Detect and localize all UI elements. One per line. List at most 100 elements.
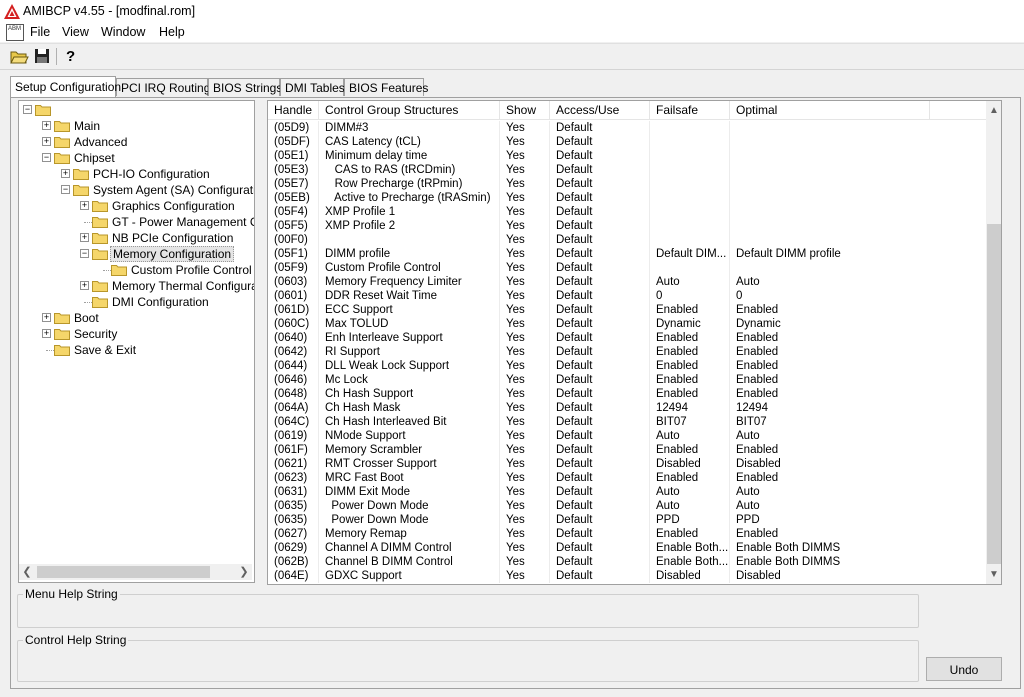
cell-control-group[interactable]: [319, 233, 500, 247]
cell-show[interactable]: Yes: [500, 135, 550, 149]
collapse-icon[interactable]: −: [80, 249, 89, 258]
cell-control-group[interactable]: DLL Weak Lock Support: [319, 359, 500, 373]
cell-show[interactable]: Yes: [500, 317, 550, 331]
cell-failsafe[interactable]: [650, 177, 730, 191]
cell-optimal[interactable]: Enabled: [730, 359, 930, 373]
table-row[interactable]: (0601) DDR Reset Wait Time Yes Default 0 0: [268, 289, 988, 303]
cell-show[interactable]: Yes: [500, 555, 550, 569]
tree-item-label[interactable]: Memory Thermal Configuration: [110, 278, 254, 294]
tree-item[interactable]: + Memory Thermal Configuration: [19, 278, 254, 294]
cell-handle[interactable]: (0623): [268, 471, 319, 485]
cell-control-group[interactable]: Channel A DIMM Control: [319, 541, 500, 555]
cell-handle[interactable]: (0635): [268, 513, 319, 527]
menu-view[interactable]: View: [62, 25, 89, 39]
cell-access-use[interactable]: Default: [550, 387, 650, 401]
cell-control-group[interactable]: Enh Interleave Support: [319, 331, 500, 345]
cell-control-group[interactable]: DDR Reset Wait Time: [319, 289, 500, 303]
cell-handle[interactable]: (05E3): [268, 163, 319, 177]
cell-failsafe[interactable]: [650, 233, 730, 247]
cell-optimal[interactable]: Auto: [730, 275, 930, 289]
cell-handle[interactable]: (05F9): [268, 261, 319, 275]
cell-failsafe[interactable]: Auto: [650, 429, 730, 443]
table-row[interactable]: (05EB) Active to Precharge (tRASmin) Yes D…: [268, 191, 988, 205]
cell-optimal[interactable]: PPD: [730, 513, 930, 527]
table-row[interactable]: (05F9) Custom Profile Control Yes Default: [268, 261, 988, 275]
tree-item[interactable]: + Graphics Configuration: [19, 198, 254, 214]
table-row[interactable]: (05F4) XMP Profile 1 Yes Default: [268, 205, 988, 219]
table-row[interactable]: (05E3) CAS to RAS (tRCDmin) Yes Default: [268, 163, 988, 177]
table-row[interactable]: (0635) Power Down Mode Yes Default PPD PPD: [268, 513, 988, 527]
cell-show[interactable]: Yes: [500, 191, 550, 205]
tree-item[interactable]: Custom Profile Control: [19, 262, 254, 278]
expand-icon[interactable]: +: [42, 313, 51, 322]
tree-item-label[interactable]: DMI Configuration: [110, 294, 211, 310]
cell-control-group[interactable]: CAS Latency (tCL): [319, 135, 500, 149]
tree-item[interactable]: + Security: [19, 326, 254, 342]
cell-optimal[interactable]: Enabled: [730, 387, 930, 401]
cell-optimal[interactable]: Default DIMM profile: [730, 247, 930, 261]
cell-optimal[interactable]: Enabled: [730, 471, 930, 485]
cell-access-use[interactable]: Default: [550, 401, 650, 415]
cell-show[interactable]: Yes: [500, 471, 550, 485]
cell-access-use[interactable]: Default: [550, 191, 650, 205]
table-row[interactable]: (064C) Ch Hash Interleaved Bit Yes Default B…: [268, 415, 988, 429]
tree-item[interactable]: GT - Power Management Control: [19, 214, 254, 230]
cell-access-use[interactable]: Default: [550, 275, 650, 289]
tree-item[interactable]: − Memory Configuration: [19, 246, 254, 262]
cell-handle[interactable]: (062B): [268, 555, 319, 569]
cell-failsafe[interactable]: Enabled: [650, 345, 730, 359]
cell-show[interactable]: Yes: [500, 163, 550, 177]
cell-control-group[interactable]: NMode Support: [319, 429, 500, 443]
tree-item[interactable]: − Chipset: [19, 150, 254, 166]
cell-handle[interactable]: (0629): [268, 541, 319, 555]
cell-optimal[interactable]: 0: [730, 289, 930, 303]
cell-control-group[interactable]: DIMM Exit Mode: [319, 485, 500, 499]
cell-failsafe[interactable]: Enabled: [650, 373, 730, 387]
table-row[interactable]: (062B) Channel B DIMM Control Yes Default En…: [268, 555, 988, 569]
cell-failsafe[interactable]: [650, 205, 730, 219]
cell-access-use[interactable]: Default: [550, 373, 650, 387]
collapse-icon[interactable]: −: [23, 105, 32, 114]
cell-handle[interactable]: (0644): [268, 359, 319, 373]
cell-show[interactable]: Yes: [500, 149, 550, 163]
cell-handle[interactable]: (0648): [268, 387, 319, 401]
table-row[interactable]: (05F1) DIMM profile Yes Default Default DIM.…: [268, 247, 988, 261]
cell-access-use[interactable]: Default: [550, 205, 650, 219]
scroll-right-icon[interactable]: ❯: [236, 564, 252, 580]
cell-show[interactable]: Yes: [500, 373, 550, 387]
collapse-icon[interactable]: −: [61, 185, 70, 194]
cell-failsafe[interactable]: Auto: [650, 499, 730, 513]
cell-failsafe[interactable]: Enabled: [650, 331, 730, 345]
cell-show[interactable]: Yes: [500, 121, 550, 135]
undo-button[interactable]: Undo: [926, 657, 1002, 681]
cell-show[interactable]: Yes: [500, 233, 550, 247]
tree-item-label[interactable]: Save & Exit: [72, 342, 138, 358]
cell-show[interactable]: Yes: [500, 499, 550, 513]
cell-optimal[interactable]: Dynamic: [730, 317, 930, 331]
tree-item[interactable]: + NB PCIe Configuration: [19, 230, 254, 246]
tree-horizontal-scrollbar[interactable]: ❮ ❯: [19, 564, 252, 580]
cell-show[interactable]: Yes: [500, 541, 550, 555]
cell-control-group[interactable]: Mc Lock: [319, 373, 500, 387]
tree-item-label[interactable]: Security: [72, 326, 119, 342]
cell-handle[interactable]: (05F4): [268, 205, 319, 219]
scroll-down-icon[interactable]: ▼: [986, 567, 1001, 583]
table-row[interactable]: (05E1) Minimum delay time Yes Default: [268, 149, 988, 163]
save-icon[interactable]: [32, 47, 52, 65]
cell-show[interactable]: Yes: [500, 569, 550, 583]
cell-show[interactable]: Yes: [500, 401, 550, 415]
cell-handle[interactable]: (064E): [268, 569, 319, 583]
cell-failsafe[interactable]: [650, 191, 730, 205]
cell-failsafe[interactable]: 0: [650, 289, 730, 303]
cell-optimal[interactable]: [730, 177, 930, 191]
cell-optimal[interactable]: Auto: [730, 485, 930, 499]
cell-show[interactable]: Yes: [500, 457, 550, 471]
cell-show[interactable]: Yes: [500, 219, 550, 233]
col-failsafe[interactable]: Failsafe: [650, 101, 730, 119]
tree-item[interactable]: −: [19, 102, 254, 118]
cell-show[interactable]: Yes: [500, 275, 550, 289]
cell-access-use[interactable]: Default: [550, 233, 650, 247]
cell-show[interactable]: Yes: [500, 261, 550, 275]
cell-failsafe[interactable]: Enabled: [650, 443, 730, 457]
cell-optimal[interactable]: [730, 233, 930, 247]
